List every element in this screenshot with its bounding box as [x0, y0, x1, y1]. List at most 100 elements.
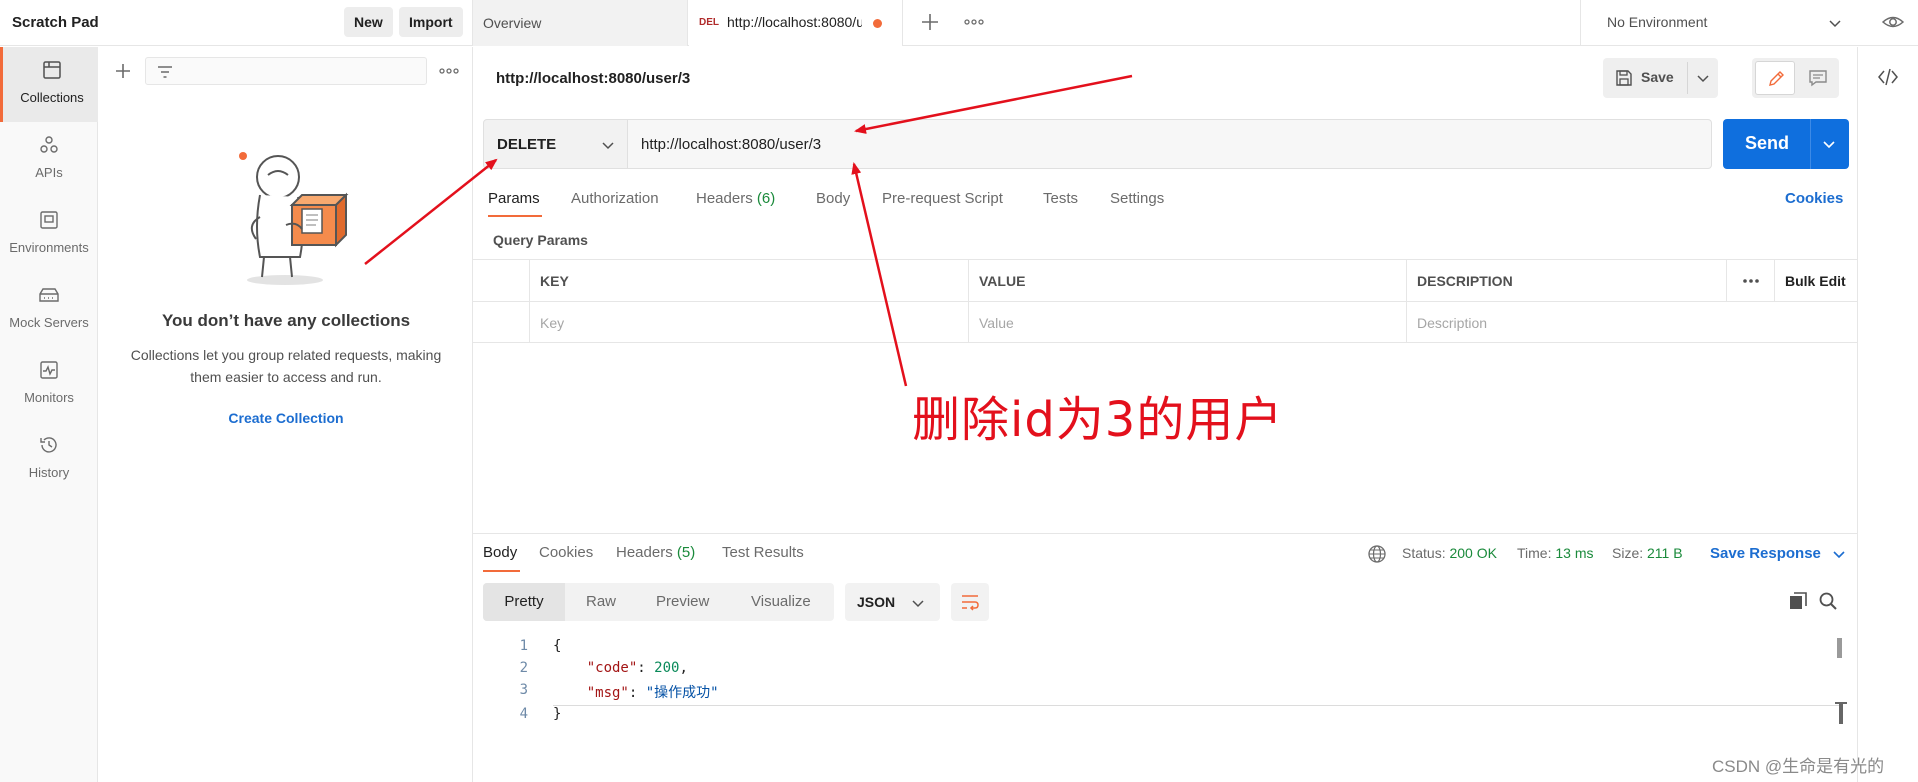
- key-cell[interactable]: Key: [529, 302, 968, 343]
- view-visualize-button[interactable]: Visualize: [751, 583, 811, 621]
- table-header-cell: Bulk Edit: [1774, 260, 1857, 301]
- filter-icon: [158, 66, 172, 78]
- globe-icon[interactable]: [1367, 544, 1387, 564]
- filter-input[interactable]: [145, 57, 427, 85]
- code-icon[interactable]: [1876, 66, 1900, 88]
- more-horizontal-icon[interactable]: [1739, 272, 1763, 290]
- tab-settings[interactable]: Settings: [1110, 190, 1164, 207]
- active-tab-indicator: [483, 570, 520, 572]
- environment-label: No Environment: [1607, 14, 1708, 30]
- line-number: 4: [519, 706, 528, 722]
- json-string: "操作成功": [645, 685, 719, 701]
- description-placeholder: Description: [1417, 315, 1488, 331]
- top-bar: Scratch Pad New Import Overview DEL http…: [0, 0, 1918, 46]
- mock-servers-icon: [39, 288, 59, 302]
- description-cell[interactable]: Description: [1406, 302, 1857, 343]
- scrollbar[interactable]: [1837, 638, 1842, 658]
- params-table: KEY VALUE DESCRIPTION Bulk Edit Key Valu…: [473, 259, 1857, 343]
- search-icon[interactable]: [1818, 591, 1838, 611]
- eye-icon[interactable]: [1881, 12, 1905, 32]
- code-text: {: [553, 638, 562, 654]
- more-horizontal-icon[interactable]: [962, 9, 986, 35]
- sidebar-item-label: History: [28, 465, 70, 480]
- tab-label: Headers: [616, 544, 673, 561]
- chevron-down-icon[interactable]: [1821, 136, 1837, 152]
- sidebar-item-apis[interactable]: APIs: [0, 122, 98, 197]
- more-horizontal-icon[interactable]: [437, 61, 461, 81]
- response-tab-headers[interactable]: Headers (5): [616, 544, 695, 561]
- collections-panel: You don’t have any collections Collectio…: [99, 47, 473, 782]
- chevron-down-icon: [602, 142, 614, 150]
- tab-count: (6): [756, 190, 776, 207]
- save-response-button[interactable]: Save Response: [1710, 545, 1821, 562]
- method-value: DELETE: [497, 136, 557, 153]
- bulk-edit-link[interactable]: Bulk Edit: [1785, 273, 1846, 289]
- sidebar-item-environments[interactable]: Environments: [0, 197, 98, 272]
- tab-request[interactable]: DEL http://localhost:8080/user/3: [689, 0, 903, 46]
- sidebar-item-collections[interactable]: Collections: [0, 47, 98, 122]
- table-header-cell: [1726, 260, 1774, 301]
- pencil-icon: [1769, 71, 1784, 86]
- comment-icon[interactable]: [1808, 69, 1828, 87]
- response-tab-body[interactable]: Body: [483, 544, 517, 561]
- tab-authorization[interactable]: Authorization: [571, 190, 659, 207]
- key-placeholder: Key: [540, 315, 565, 331]
- tab-pre-request-script[interactable]: Pre-request Script: [882, 190, 1003, 207]
- view-pretty-button[interactable]: Pretty: [483, 583, 565, 621]
- tab-tests[interactable]: Tests: [1043, 190, 1078, 207]
- key-header: KEY: [540, 273, 569, 289]
- save-button[interactable]: Save: [1641, 69, 1674, 85]
- view-raw-button[interactable]: Raw: [586, 583, 616, 621]
- create-collection-link[interactable]: Create Collection: [99, 410, 473, 426]
- tab-method-badge: DEL: [699, 17, 719, 28]
- chevron-down-icon[interactable]: [1831, 546, 1847, 562]
- response-tab-test-results[interactable]: Test Results: [722, 544, 804, 561]
- edit-mode-button[interactable]: [1755, 61, 1795, 95]
- plus-icon[interactable]: [113, 61, 133, 81]
- watermark: CSDN @生命是有光的: [1712, 757, 1885, 776]
- view-mode-group: Pretty Raw Preview Visualize: [483, 583, 834, 621]
- tab-params[interactable]: Params: [488, 190, 540, 207]
- plus-icon[interactable]: [918, 9, 942, 35]
- send-button[interactable]: Send: [1723, 119, 1849, 169]
- unsaved-dot-icon: [873, 19, 882, 28]
- tab-count: (5): [676, 544, 696, 561]
- cookies-link[interactable]: Cookies: [1785, 190, 1843, 207]
- workspace-title: Scratch Pad: [12, 14, 99, 31]
- tab-overview[interactable]: Overview: [473, 0, 688, 46]
- time-value: 13 ms: [1555, 545, 1594, 561]
- view-preview-button[interactable]: Preview: [656, 583, 709, 621]
- format-select[interactable]: JSON: [845, 583, 940, 621]
- new-button[interactable]: New: [344, 7, 393, 37]
- environment-selector[interactable]: No Environment: [1580, 0, 1918, 46]
- sidebar-item-monitors[interactable]: Monitors: [0, 347, 98, 422]
- chevron-down-icon[interactable]: [1695, 70, 1711, 86]
- url-input[interactable]: http://localhost:8080/user/3: [628, 119, 1712, 169]
- table-header-cell: KEY: [529, 260, 968, 301]
- code-line: 4 }: [483, 706, 1843, 728]
- time-label: Time:: [1517, 545, 1552, 561]
- tab-body[interactable]: Body: [816, 190, 850, 207]
- import-button[interactable]: Import: [399, 7, 463, 37]
- line-number: 3: [519, 682, 528, 698]
- table-header-cell: VALUE: [968, 260, 1406, 301]
- json-key: "msg": [586, 685, 629, 701]
- scrollbar-thumb[interactable]: [1835, 702, 1847, 724]
- sidebar-item-label: Mock Servers: [9, 315, 89, 330]
- response-tab-cookies[interactable]: Cookies: [539, 544, 593, 561]
- divider: [1687, 62, 1688, 94]
- request-title[interactable]: http://localhost:8080/user/3: [496, 70, 690, 87]
- response-body-editor[interactable]: 1 { 2 "code": 200, 3 "msg": "操作成功" 4 }: [483, 635, 1843, 730]
- send-label: Send: [1745, 133, 1790, 153]
- value-cell[interactable]: Value: [968, 302, 1406, 343]
- collections-icon: [43, 61, 61, 79]
- sidebar-item-history[interactable]: History: [0, 422, 98, 497]
- size-value: 211 B: [1647, 545, 1683, 561]
- wrap-lines-button[interactable]: [951, 583, 989, 621]
- apis-icon: [40, 136, 58, 153]
- copy-icon[interactable]: [1788, 591, 1808, 611]
- save-button-group[interactable]: Save: [1603, 58, 1718, 98]
- method-select[interactable]: DELETE: [483, 119, 628, 169]
- sidebar-item-mock-servers[interactable]: Mock Servers: [0, 272, 98, 347]
- tab-headers[interactable]: Headers (6): [696, 190, 775, 207]
